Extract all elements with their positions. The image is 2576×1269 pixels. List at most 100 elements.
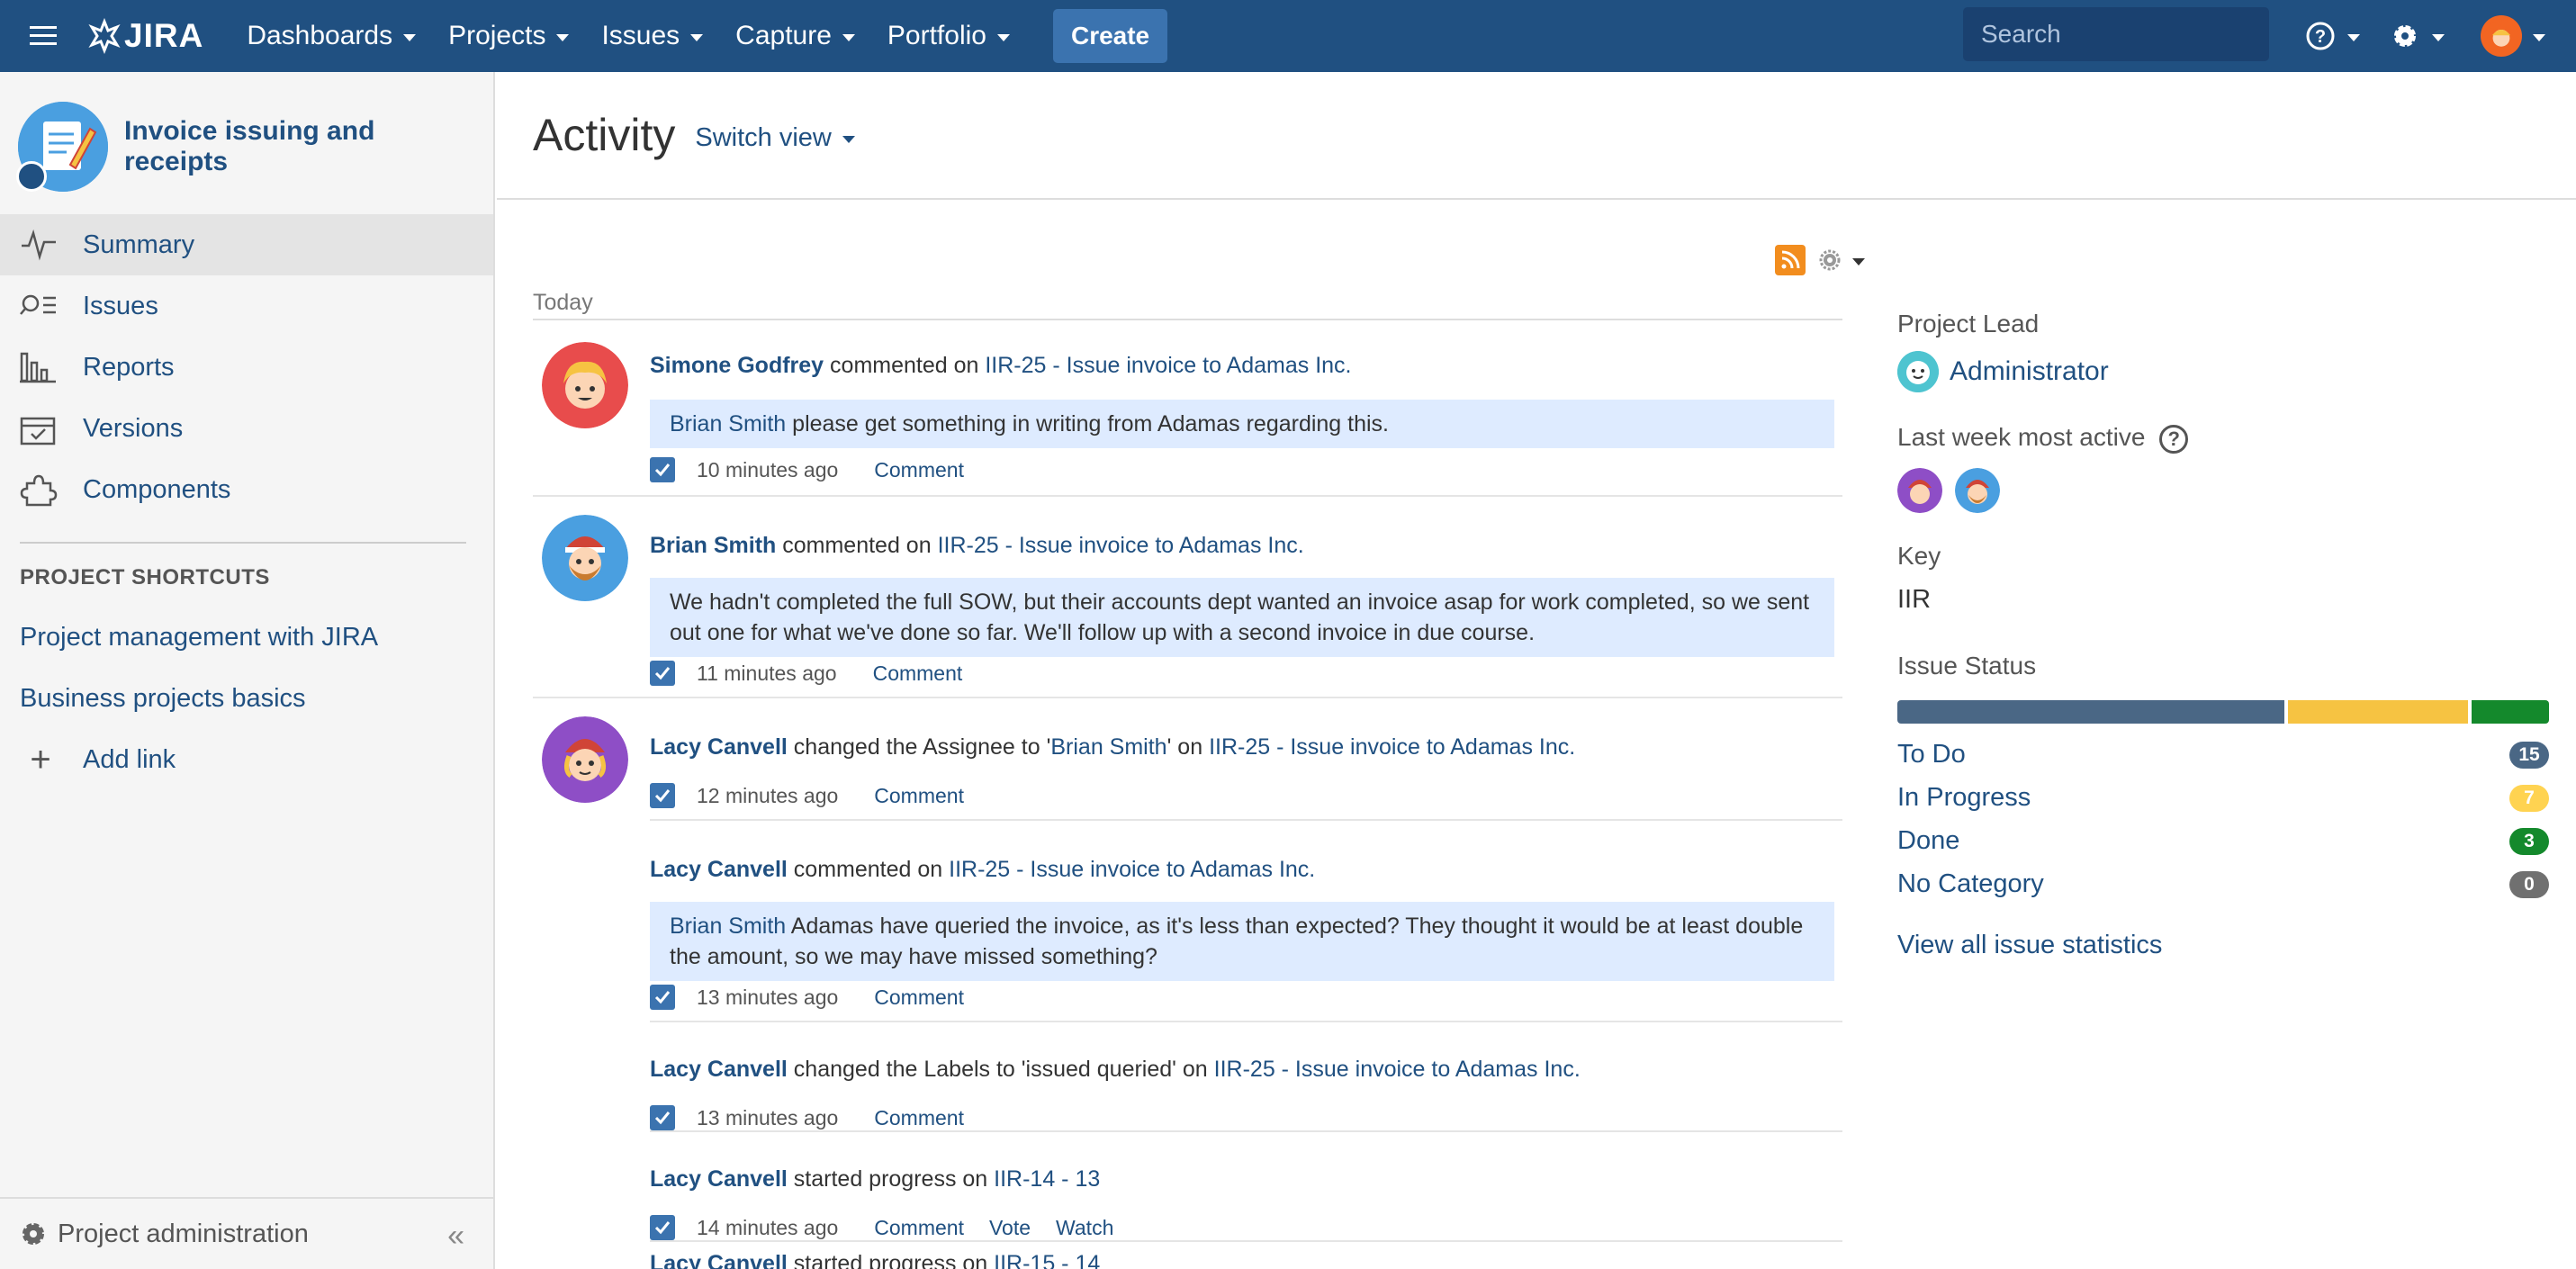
user-mention[interactable]: Brian Smith [670,411,786,436]
chevron-down-icon [2432,33,2445,41]
project-avatar[interactable] [16,102,108,192]
user-link[interactable]: Lacy Canvell [650,857,788,882]
avatar[interactable] [542,342,628,428]
activity-divider [650,1130,1842,1132]
nav-projects[interactable]: Projects [432,0,585,72]
issue-link[interactable]: IIR-25 - Issue invoice to Adamas Inc. [1214,1057,1581,1082]
help-icon[interactable]: ? [2159,424,2189,454]
comment-action[interactable]: Comment [874,784,964,808]
avatar[interactable] [1897,351,1939,392]
activity-verb: commented on [787,857,950,882]
help-menu[interactable]: ? [2304,0,2360,72]
nav-dashboards[interactable]: Dashboards [230,0,432,72]
status-row-done: Done 3 [1897,826,2549,856]
user-link[interactable]: Lacy Canvell [650,1166,788,1192]
feed-settings-menu[interactable] [1818,248,1865,272]
shortcut-link[interactable]: Business projects basics [0,668,493,729]
activity-meta: 11 minutes ago Comment [650,661,962,686]
comment-action[interactable]: Comment [873,662,963,686]
top-navigation: JIRA Dashboards Projects Issues Capture … [0,0,2576,72]
user-link[interactable]: Brian Smith [650,533,776,558]
issue-link[interactable]: IIR-14 - 13 [994,1166,1100,1192]
project-administration[interactable]: Project administration « [0,1197,493,1269]
activity-verb: started progress on [787,1251,995,1269]
activity-verb: commented on [824,353,986,378]
sidebar-item-versions[interactable]: Versions [0,398,493,459]
status-link[interactable]: To Do [1897,740,1966,770]
comment-action[interactable]: Comment [874,986,964,1010]
nav-portfolio[interactable]: Portfolio [871,0,1026,72]
activity-meta: 13 minutes ago Comment [650,1105,964,1130]
create-button[interactable]: Create [1052,9,1168,63]
issue-link[interactable]: IIR-25 - Issue invoice to Adamas Inc. [985,353,1351,378]
issue-link[interactable]: IIR-25 - Issue invoice to Adamas Inc. [1209,734,1575,760]
status-bar-todo[interactable] [1897,700,2284,724]
task-checkbox-icon [650,1105,675,1130]
status-bar-in-progress[interactable] [2287,700,2469,724]
status-link[interactable]: No Category [1897,869,2044,899]
most-active-label: Last week most active ? [1897,423,2189,454]
most-active-text: Last week most active [1897,423,2146,451]
status-bar-done[interactable] [2472,700,2549,724]
switch-view-dropdown[interactable]: Switch view [695,123,855,153]
activity-verb: changed the Labels to 'issued queried' o… [787,1057,1214,1082]
user-link[interactable]: Simone Godfrey [650,353,824,378]
rss-icon[interactable] [1775,245,1806,275]
avatar[interactable] [1955,468,2000,513]
nav-capture[interactable]: Capture [719,0,871,72]
activity-divider [650,819,1842,821]
project-lead-link[interactable]: Administrator [1950,356,2109,387]
sidebar-item-label: Reports [83,352,175,382]
sidebar-item-components[interactable]: Components [0,459,493,520]
comment-action[interactable]: Comment [874,458,964,482]
user-link[interactable]: Lacy Canvell [650,734,788,760]
project-name[interactable]: Invoice issuing and receipts [124,116,475,177]
avatar[interactable] [542,716,628,803]
comment-action[interactable]: Comment [874,1106,964,1130]
status-link[interactable]: In Progress [1897,783,2031,813]
collapse-sidebar-icon[interactable]: « [447,1219,464,1254]
vote-action[interactable]: Vote [989,1216,1031,1240]
key-label: Key [1897,542,1941,570]
chevron-down-icon [2533,33,2545,41]
avatar[interactable] [542,515,628,601]
sidebar-item-issues[interactable]: Issues [0,275,493,337]
nav-capture-label: Capture [735,21,832,50]
watch-action[interactable]: Watch [1056,1216,1113,1240]
add-link-button[interactable]: + Add link [0,729,493,790]
search-input[interactable] [1981,20,2306,49]
shortcut-link[interactable]: Project management with JIRA [0,607,493,668]
page-title: Activity [533,110,676,160]
components-icon [20,472,61,508]
sidebar-item-reports[interactable]: Reports [0,337,493,398]
plus-icon: + [30,739,51,779]
jira-logo[interactable]: JIRA [86,0,203,72]
sidebar-item-summary[interactable]: Summary [0,214,493,275]
task-checkbox-icon [650,985,675,1010]
sidebar-divider [20,542,466,544]
status-link[interactable]: Done [1897,826,1959,856]
issue-link[interactable]: IIR-25 - Issue invoice to Adamas Inc. [938,533,1304,558]
activity-header: Lacy Canvell changed the Assignee to 'Br… [650,734,1575,760]
issue-link[interactable]: IIR-15 - 14 [994,1251,1100,1269]
project-header: Invoice issuing and receipts [0,72,493,214]
comment-quote: We hadn't completed the full SOW, but th… [650,578,1834,657]
nav-issues[interactable]: Issues [585,0,719,72]
comment-action[interactable]: Comment [874,1216,964,1240]
assignee-link[interactable]: Brian Smith [1050,734,1166,760]
sidebar-item-label: Versions [83,413,184,443]
user-link[interactable]: Lacy Canvell [650,1251,788,1269]
avatar[interactable] [1897,468,1942,513]
settings-menu[interactable] [2389,0,2445,72]
add-link-label: Add link [83,744,176,774]
versions-icon [20,410,61,446]
app-switcher-icon[interactable] [0,0,86,72]
switch-view-label: Switch view [695,122,832,152]
user-mention[interactable]: Brian Smith [670,914,786,939]
user-link[interactable]: Lacy Canvell [650,1057,788,1082]
user-menu[interactable] [2481,0,2545,72]
date-group-heading: Today [533,290,1842,320]
timestamp: 11 minutes ago [697,661,837,685]
view-all-issue-statistics-link[interactable]: View all issue statistics [1897,931,2162,960]
issue-link[interactable]: IIR-25 - Issue invoice to Adamas Inc. [949,857,1315,882]
